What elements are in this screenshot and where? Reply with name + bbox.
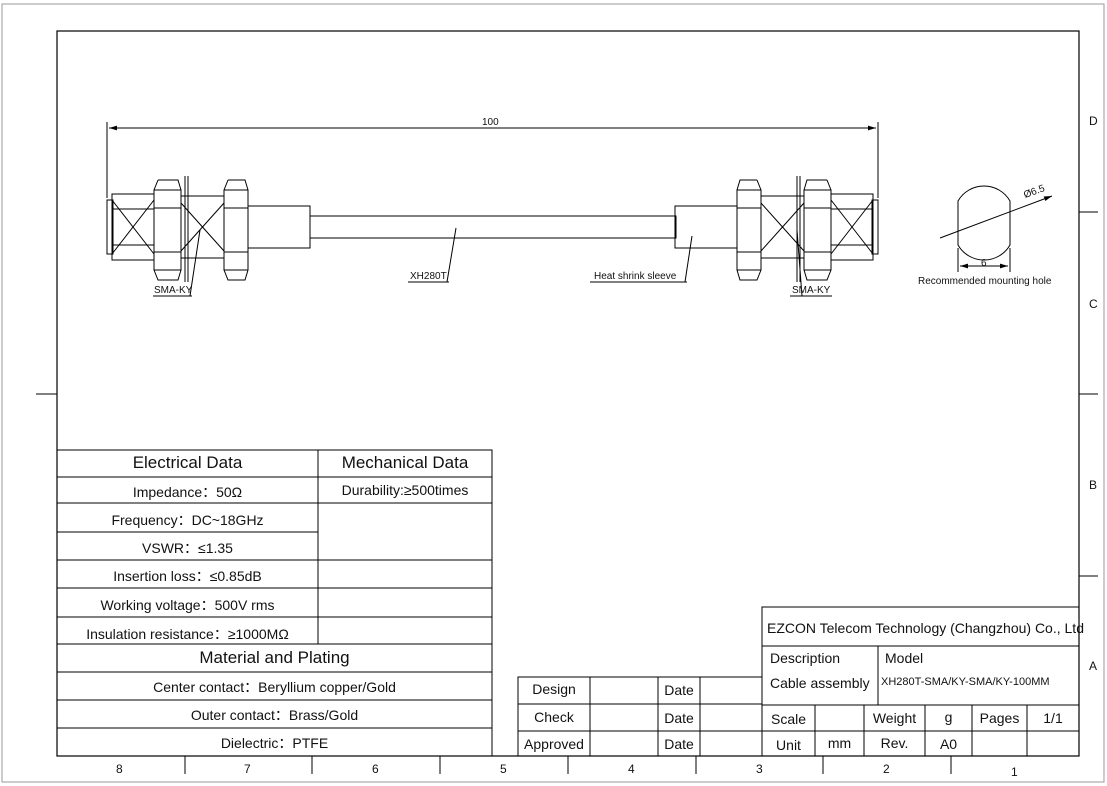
dielectric: Dielectric：PTFE — [220, 735, 329, 751]
left-connector — [106, 176, 311, 282]
electrical-title: Electrical Data — [132, 453, 243, 472]
mechanical-title: Mechanical Data — [341, 453, 469, 472]
outer-contact: Outer contact：Brass/Gold — [190, 707, 359, 723]
material-title: Material and Plating — [199, 648, 350, 667]
durability: Durability:≥500times — [341, 482, 469, 498]
working-voltage: Working voltage：500V rms — [100, 597, 275, 613]
length-dimension: 100 — [482, 117, 499, 128]
impedance: Impedance：50Ω — [132, 484, 243, 500]
drawing-sheet — [1, 3, 1105, 783]
rev-label: Rev. — [880, 735, 909, 751]
right-connector-label: SMA-KY — [792, 285, 831, 296]
description-value: Cable assembly — [770, 675, 870, 691]
approved-label: Approved — [524, 736, 584, 752]
vswr: VSWR：≤1.35 — [142, 540, 233, 556]
unit-label: Unit — [776, 737, 801, 753]
pages-label: Pages — [979, 710, 1020, 726]
zone-col-3: 3 — [756, 762, 763, 776]
center-contact: Center contact：Beryllium copper/Gold — [153, 679, 396, 695]
scale-label: Scale — [770, 711, 807, 727]
weight-label: Weight — [872, 710, 917, 726]
zone-row-d: D — [1089, 114, 1098, 128]
sleeve-label: Heat shrink sleeve — [594, 271, 677, 282]
description-label: Description — [770, 650, 841, 666]
right-connector — [674, 176, 879, 282]
insertion-loss: Insertion loss：≤0.85dB — [113, 568, 262, 584]
date-label-2: Date — [664, 710, 694, 726]
insulation-resistance: Insulation resistance：≥1000MΩ — [86, 626, 289, 642]
mounting-hole — [939, 185, 1053, 272]
cable — [309, 215, 677, 239]
zone-col-2: 2 — [883, 762, 890, 776]
zone-row-c: C — [1089, 297, 1098, 311]
check-label: Check — [534, 709, 574, 725]
company-name: EZCON Telecom Technology (Changzhou) Co.… — [767, 620, 1084, 636]
zone-row-a: A — [1089, 659, 1098, 673]
frequency: Frequency：DC~18GHz — [111, 512, 264, 528]
rev-value: A0 — [939, 736, 958, 752]
cable-assembly-drawing — [106, 122, 1053, 297]
zone-col-6: 6 — [372, 762, 379, 776]
model-label: Model — [885, 650, 924, 666]
left-connector-label: SMA-KY — [154, 285, 193, 296]
design-label: Design — [532, 681, 576, 697]
date-label-3: Date — [664, 736, 694, 752]
pages-value: 1/1 — [1043, 710, 1063, 726]
zone-col-8: 8 — [116, 762, 123, 776]
zone-col-4: 4 — [628, 762, 635, 776]
unit-value: mm — [827, 735, 852, 751]
zone-row-b: B — [1089, 478, 1098, 492]
model-value: XH280T-SMA/KY-SMA/KY-100MM — [881, 676, 1050, 688]
zone-col-1: 1 — [1011, 765, 1018, 779]
hole-caption: Recommended mounting hole — [918, 276, 1052, 287]
hole-flat-label: 6 — [981, 258, 987, 269]
weight-unit: g — [944, 709, 953, 725]
cable-label: XH280T — [410, 271, 447, 282]
zone-col-5: 5 — [500, 762, 507, 776]
zone-col-7: 7 — [244, 762, 251, 776]
date-label-1: Date — [664, 682, 694, 698]
